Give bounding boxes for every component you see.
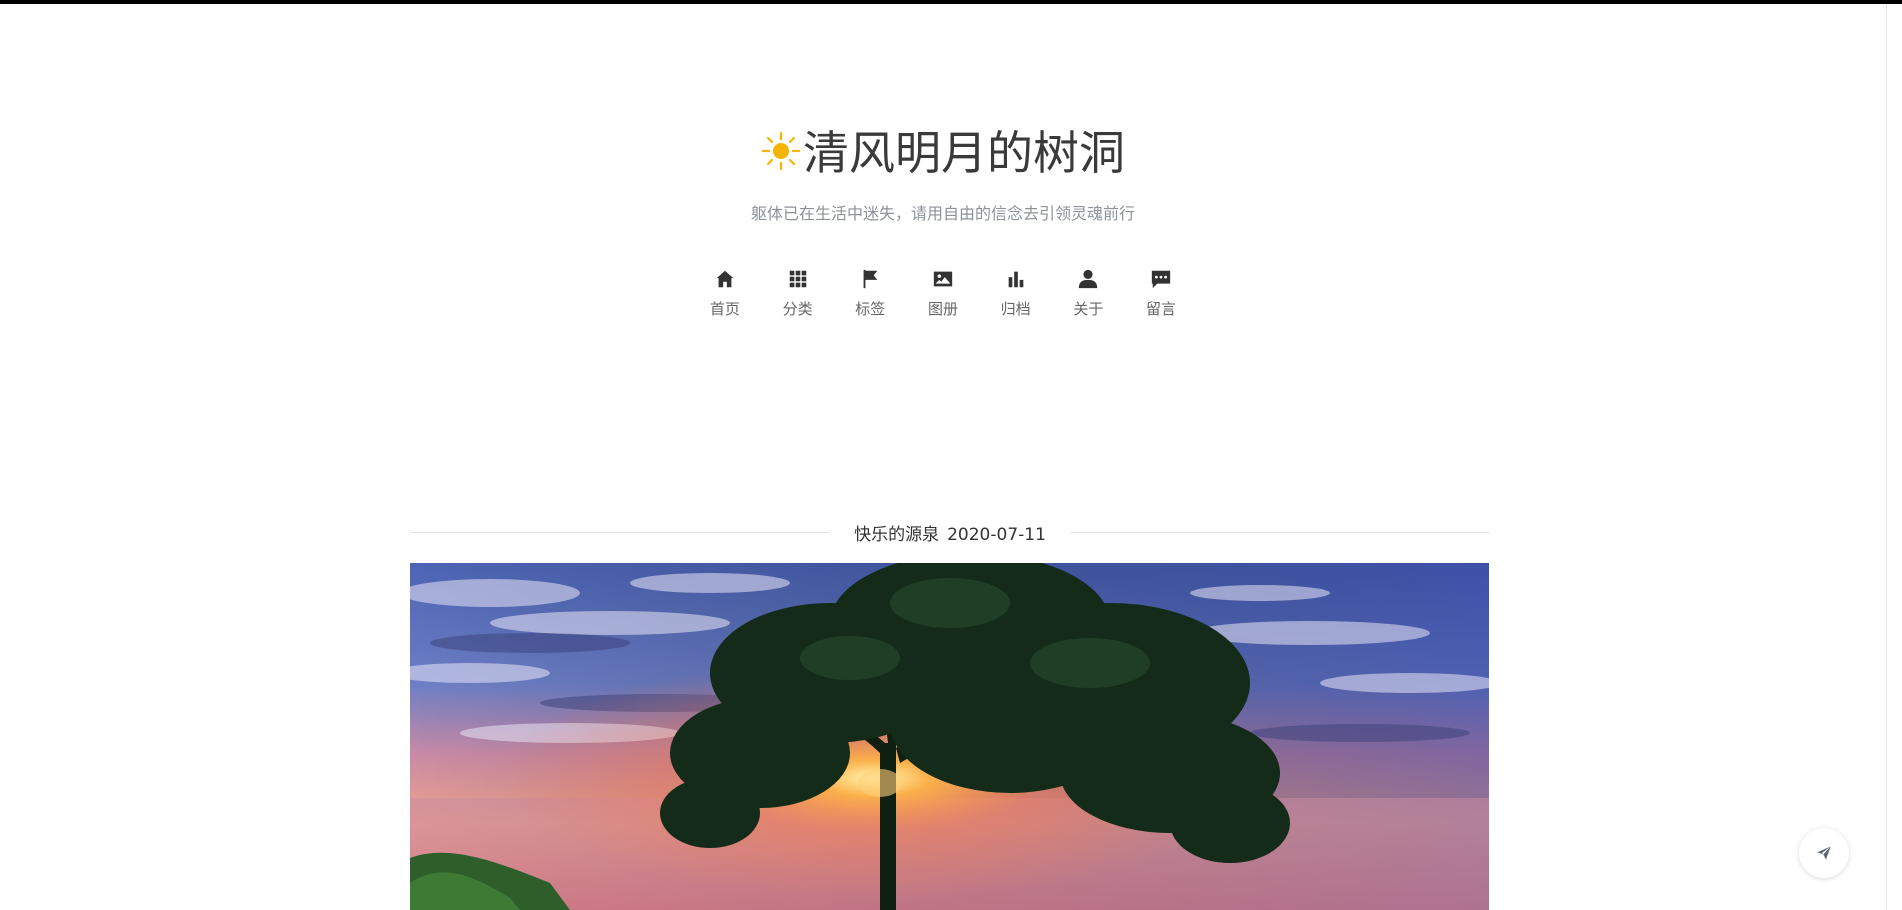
post-header: 快乐的源泉 2020-07-11 [410,518,1491,546]
image-icon [933,271,953,287]
main-nav: 首页 分类 标签 图册 归档 关于 留言 [0,268,1886,319]
comment-icon [1151,270,1171,289]
post-title: 快乐的源泉 [854,524,940,545]
nav-item-about[interactable]: 关于 [1052,268,1125,319]
nav-item-guestbook[interactable]: 留言 [1125,268,1198,319]
nav-label: 分类 [782,300,813,318]
share-button[interactable] [1799,828,1849,878]
scrollbar[interactable] [1886,4,1902,910]
grid-icon [789,270,806,288]
divider-right [1069,531,1491,533]
flag-icon [863,269,878,289]
site-title[interactable]: 清风明月的树洞 [0,122,1886,184]
post-date: 2020-07-11 [947,524,1046,545]
nav-label: 归档 [1000,300,1031,318]
sun-icon [761,131,801,171]
divider-left [410,531,831,533]
nav-label: 标签 [855,300,886,318]
site-subtitle: 躯体已在生活中迷失，请用自由的信念去引领灵魂前行 [750,204,1135,223]
nav-item-home[interactable]: 首页 [689,268,762,319]
nav-item-archive[interactable]: 归档 [979,268,1052,319]
paper-plane-icon [1817,846,1831,860]
nav-label: 首页 [709,300,740,318]
bar-chart-icon [1008,271,1024,288]
top-border [0,0,1902,4]
post-cover-image[interactable] [410,563,1489,910]
nav-item-gallery[interactable]: 图册 [907,268,980,319]
home-icon [716,270,734,288]
sunset-tree-photo [410,563,1489,910]
nav-label: 图册 [927,300,958,318]
nav-item-tags[interactable]: 标签 [834,268,907,319]
nav-label: 留言 [1146,300,1177,318]
nav-item-categories[interactable]: 分类 [761,268,834,319]
site-title-text: 清风明月的树洞 [803,126,1125,180]
post-title-link[interactable]: 快乐的源泉 2020-07-11 [830,520,1070,545]
user-icon [1079,269,1098,289]
nav-label: 关于 [1073,300,1104,318]
